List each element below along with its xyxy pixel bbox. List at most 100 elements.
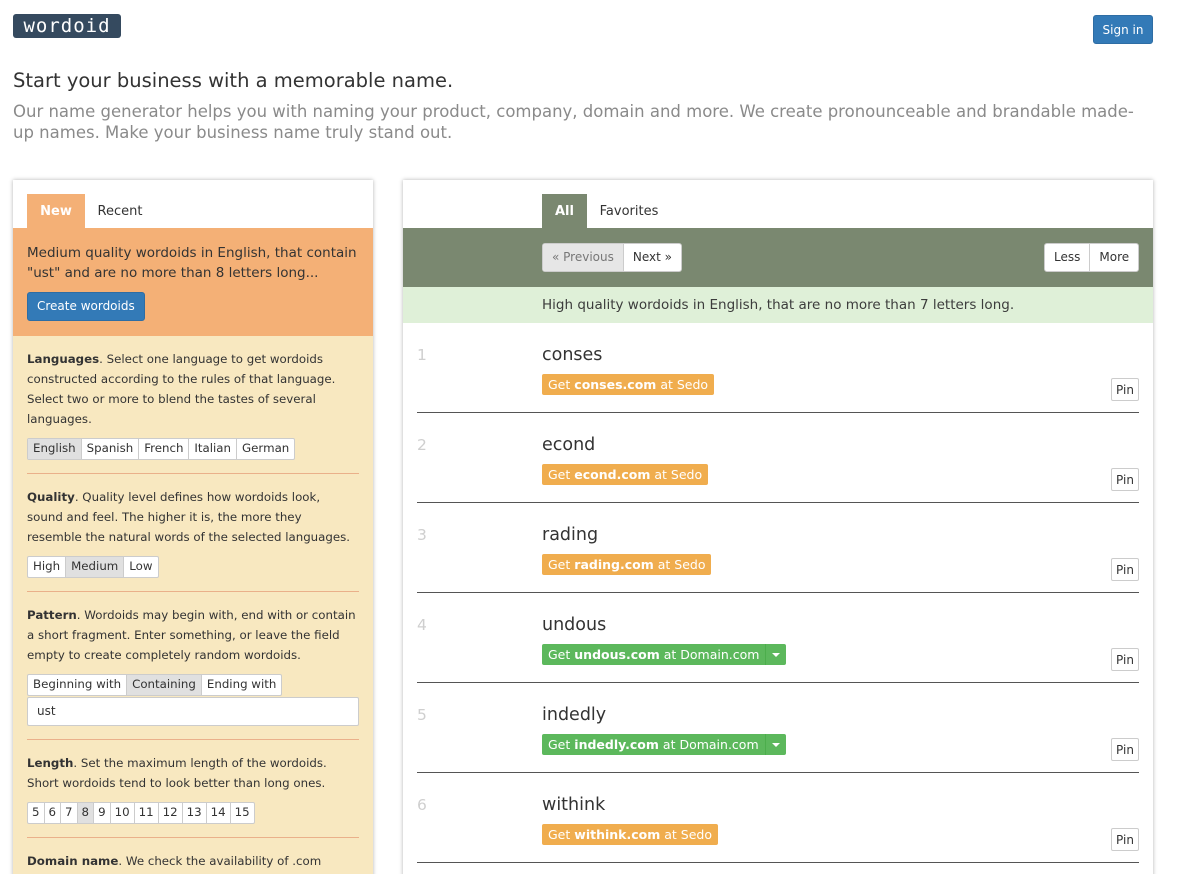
result-word[interactable]: withink	[542, 795, 605, 815]
pin-button[interactable]: Pin	[1111, 558, 1139, 581]
results-info: High quality wordoids in English, that a…	[403, 287, 1153, 323]
offer-prefix: Get	[548, 827, 571, 842]
result-word[interactable]: rading	[542, 525, 598, 545]
result-word[interactable]: indedly	[542, 705, 606, 725]
option-7[interactable]: 7	[61, 803, 78, 823]
result-number: 3	[417, 526, 427, 544]
result-row: 6 withink Get withink.com at Sedo Pin	[417, 773, 1139, 863]
option-spanish[interactable]: Spanish	[82, 439, 140, 459]
tab-new[interactable]: New	[27, 194, 85, 228]
create-wordoids-button[interactable]: Create wordoids	[27, 292, 145, 321]
option-5[interactable]: 5	[28, 803, 45, 823]
less-button[interactable]: Less	[1045, 244, 1091, 271]
result-row: 1 conses Get conses.com at Sedo Pin	[417, 323, 1139, 413]
option-low[interactable]: Low	[124, 557, 157, 577]
option-ending-with[interactable]: Ending with	[202, 675, 281, 695]
pin-button[interactable]: Pin	[1111, 648, 1139, 671]
option-containing[interactable]: Containing	[127, 675, 202, 695]
result-word[interactable]: econd	[542, 435, 595, 455]
domain-offer-button[interactable]: Get conses.com at Sedo	[542, 374, 715, 395]
offer-prefix: Get	[548, 467, 571, 482]
domain-offer-button[interactable]: Get econd.com at Sedo	[542, 464, 709, 485]
logo-text: wordoid	[23, 14, 111, 37]
offer-prefix: Get	[548, 737, 571, 752]
length-selector: 5 6 7 8 9 10 11 12 13 14 15	[27, 802, 255, 824]
wordoid-logo[interactable]: wordoid	[13, 14, 121, 38]
offer-domain: undous.com	[574, 647, 660, 662]
pin-button[interactable]: Pin	[1111, 468, 1139, 491]
result-number: 4	[417, 616, 427, 634]
generator-summary: Medium quality wordoids in English, that…	[13, 228, 373, 336]
pin-button[interactable]: Pin	[1111, 828, 1139, 851]
languages-section: Languages. Select one language to get wo…	[27, 336, 359, 474]
pattern-help: Pattern. Wordoids may begin with, end wi…	[27, 605, 359, 665]
option-high[interactable]: High	[28, 557, 67, 577]
length-help: Length. Set the maximum length of the wo…	[27, 753, 359, 793]
pin-button[interactable]: Pin	[1111, 738, 1139, 761]
domain-offer-button[interactable]: Get indedly.com at Domain.com	[542, 734, 786, 755]
domain-offer-button[interactable]: Get rading.com at Sedo	[542, 554, 712, 575]
option-english[interactable]: English	[28, 439, 82, 459]
results-toolbar: « Previous Next » Less More	[403, 228, 1153, 287]
result-word[interactable]: undous	[542, 615, 606, 635]
dropdown-caret-icon[interactable]	[764, 734, 786, 755]
result-number: 6	[417, 796, 427, 814]
summary-text: Medium quality wordoids in English, that…	[27, 245, 357, 281]
result-number: 1	[417, 346, 427, 364]
pattern-input[interactable]: ust	[27, 697, 359, 726]
option-medium[interactable]: Medium	[66, 557, 125, 577]
option-8[interactable]: 8	[77, 803, 95, 823]
offer-domain: conses.com	[574, 377, 657, 392]
pattern-selector: Beginning with Containing Ending with	[27, 674, 283, 696]
option-14[interactable]: 14	[207, 803, 231, 823]
domain-offer-button[interactable]: Get withink.com at Sedo	[542, 824, 719, 845]
quality-title: Quality	[27, 490, 75, 504]
quality-help: Quality. Quality level defines how wordo…	[27, 487, 359, 547]
tab-recent[interactable]: Recent	[98, 194, 143, 228]
offer-vendor: at Sedo	[660, 377, 709, 392]
option-9[interactable]: 9	[94, 803, 111, 823]
option-15[interactable]: 15	[231, 803, 254, 823]
more-button[interactable]: More	[1090, 244, 1138, 271]
results-tabs: All Favorites	[403, 180, 1153, 228]
offer-vendor: at Domain.com	[663, 647, 760, 662]
tab-favorites[interactable]: Favorites	[595, 194, 663, 228]
generator-tabs: New Recent	[13, 180, 373, 228]
result-row: 4 undous Get undous.com at Domain.com Pin	[417, 593, 1139, 683]
offer-vendor: at Sedo	[657, 557, 706, 572]
pagination: « Previous Next »	[542, 243, 682, 272]
offer-domain: rading.com	[574, 557, 654, 572]
next-button[interactable]: Next »	[624, 244, 681, 271]
option-12[interactable]: 12	[159, 803, 183, 823]
option-german[interactable]: German	[237, 439, 294, 459]
pattern-text: . Wordoids may begin with, end with or c…	[27, 608, 356, 662]
domain-title: Domain name	[27, 854, 119, 868]
page-headline: Start your business with a memorable nam…	[13, 69, 454, 92]
result-word[interactable]: conses	[542, 345, 602, 365]
offer-domain: indedly.com	[574, 737, 659, 752]
result-number: 2	[417, 436, 427, 454]
domain-offer-button[interactable]: Get undous.com at Domain.com	[542, 644, 787, 665]
quantity-controls: Less More	[1044, 243, 1140, 272]
option-10[interactable]: 10	[111, 803, 135, 823]
quality-text: . Quality level defines how wordoids loo…	[27, 490, 351, 544]
quality-section: Quality. Quality level defines how wordo…	[27, 474, 359, 592]
option-french[interactable]: French	[139, 439, 190, 459]
previous-button[interactable]: « Previous	[543, 244, 624, 271]
result-row: 5 indedly Get indedly.com at Domain.com Pin	[417, 683, 1139, 773]
offer-domain: withink.com	[574, 827, 661, 842]
generator-panel: New Recent Medium quality wordoids in En…	[13, 180, 373, 874]
sign-in-button[interactable]: Sign in	[1093, 15, 1153, 44]
offer-prefix: Get	[548, 557, 571, 572]
offer-domain: econd.com	[574, 467, 651, 482]
tab-all[interactable]: All	[542, 194, 587, 228]
option-italian[interactable]: Italian	[189, 439, 238, 459]
option-13[interactable]: 13	[183, 803, 207, 823]
dropdown-caret-icon[interactable]	[765, 644, 786, 665]
pattern-section: Pattern. Wordoids may begin with, end wi…	[27, 592, 359, 740]
pin-button[interactable]: Pin	[1111, 378, 1139, 401]
option-6[interactable]: 6	[45, 803, 62, 823]
option-beginning-with[interactable]: Beginning with	[28, 675, 128, 695]
option-11[interactable]: 11	[135, 803, 159, 823]
languages-title: Languages	[27, 352, 100, 366]
